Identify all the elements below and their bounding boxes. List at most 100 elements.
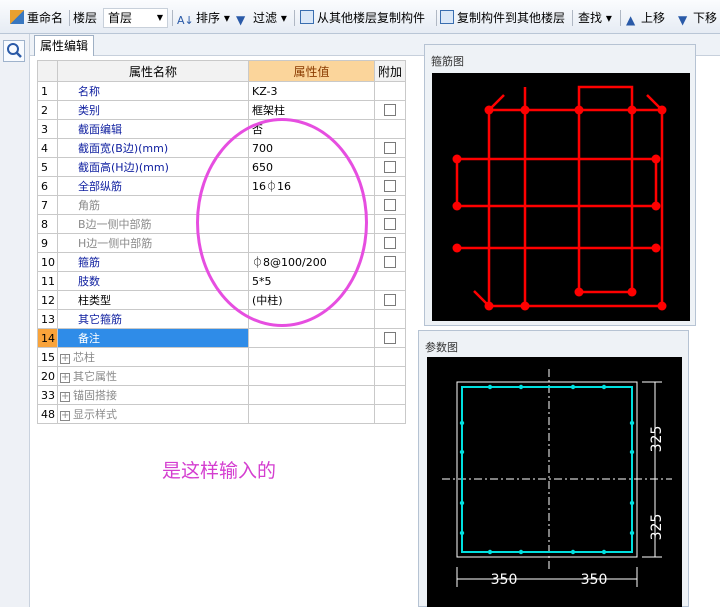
filter-icon: ▼ bbox=[236, 13, 246, 27]
table-row[interactable]: 2 类别 框架柱 bbox=[37, 100, 406, 120]
extra-cell bbox=[374, 81, 406, 101]
table-row[interactable]: 48 + 显示样式 bbox=[37, 404, 406, 424]
param-rebar-dot bbox=[487, 384, 493, 390]
tab-property-edit[interactable]: 属性编辑 bbox=[34, 35, 95, 56]
extra-checkbox[interactable] bbox=[384, 332, 396, 344]
filter-button[interactable]: ▼ 过滤 ▾ bbox=[236, 8, 287, 28]
rebar-dot bbox=[627, 287, 637, 297]
extra-checkbox[interactable] bbox=[384, 180, 396, 192]
extra-checkbox[interactable] bbox=[384, 142, 396, 154]
copy-to-other-floor-button[interactable]: 复制构件到其他楼层 bbox=[440, 8, 565, 28]
dim-label-height-top: 325 bbox=[649, 426, 665, 453]
row-number: 9 bbox=[37, 233, 58, 253]
row-number: 5 bbox=[37, 157, 58, 177]
table-row[interactable]: 14 备注 bbox=[37, 328, 406, 348]
search-button[interactable] bbox=[3, 40, 25, 62]
row-number: 14 bbox=[37, 328, 58, 348]
extra-checkbox[interactable] bbox=[384, 294, 396, 306]
property-value[interactable]: 框架柱 bbox=[248, 100, 375, 120]
extra-cell bbox=[374, 157, 406, 177]
stirrup-diagram-title: 箍筋图 bbox=[431, 55, 464, 68]
property-value[interactable] bbox=[248, 366, 375, 386]
header-corner bbox=[37, 60, 58, 82]
property-value[interactable] bbox=[248, 347, 375, 367]
row-number: 13 bbox=[37, 309, 58, 329]
copy-from-icon bbox=[300, 10, 314, 24]
toolbar-separator bbox=[69, 10, 70, 26]
expand-icon[interactable]: + bbox=[60, 392, 70, 402]
floor-select-value: 首层 bbox=[108, 11, 133, 25]
extra-checkbox[interactable] bbox=[384, 104, 396, 116]
extra-cell bbox=[374, 100, 406, 120]
property-name: 其它箍筋 bbox=[57, 309, 249, 329]
property-name: + 其它属性 bbox=[57, 366, 249, 386]
rebar-dot bbox=[657, 105, 667, 115]
extra-checkbox[interactable] bbox=[384, 199, 396, 211]
row-number: 6 bbox=[37, 176, 58, 196]
dim-label-width-left: 350 bbox=[491, 572, 518, 588]
extra-cell bbox=[374, 176, 406, 196]
table-header-row: 属性名称 属性值 附加 bbox=[37, 60, 406, 82]
table-row[interactable]: 1 名称 KZ-3 bbox=[37, 81, 406, 101]
table-row[interactable]: 20 + 其它属性 bbox=[37, 366, 406, 386]
find-button[interactable]: 查找 ▾ bbox=[578, 8, 612, 28]
extra-checkbox[interactable] bbox=[384, 218, 396, 230]
param-rebar-dot bbox=[629, 500, 635, 506]
highlight-oval bbox=[196, 118, 368, 327]
rename-button[interactable]: 重命名 bbox=[10, 8, 63, 28]
property-value[interactable] bbox=[248, 328, 375, 348]
extra-cell bbox=[374, 347, 406, 367]
rebar-dot bbox=[484, 301, 494, 311]
extra-checkbox[interactable] bbox=[384, 256, 396, 268]
move-up-button[interactable]: ▲ 上移 bbox=[626, 8, 665, 28]
property-name-label: 其它属性 bbox=[73, 370, 117, 383]
property-name-label: 锚固搭接 bbox=[73, 389, 117, 402]
table-row[interactable]: 15 + 芯柱 bbox=[37, 347, 406, 367]
property-name: 备注 bbox=[57, 328, 249, 348]
param-rebar-dot bbox=[629, 449, 635, 455]
table-row[interactable]: 3 截面编辑否 bbox=[37, 119, 406, 139]
copy-from-other-floor-button[interactable]: 从其他楼层复制构件 bbox=[300, 8, 425, 28]
table-row[interactable]: 13 其它箍筋 bbox=[37, 309, 406, 329]
table-row[interactable]: 33 + 锚固搭接 bbox=[37, 385, 406, 405]
inner-stirrup-horizontal bbox=[455, 157, 658, 208]
property-value[interactable] bbox=[248, 404, 375, 424]
param-diagram: 325 325 350 350 bbox=[442, 369, 672, 588]
param-rebar-dot bbox=[629, 530, 635, 536]
annotation-text: 是这样输入的 bbox=[162, 460, 277, 482]
expand-icon[interactable]: + bbox=[60, 354, 70, 364]
expand-icon[interactable]: + bbox=[60, 411, 70, 421]
property-name: + 锚固搭接 bbox=[57, 385, 249, 405]
inner-stirrup-vertical bbox=[577, 85, 634, 294]
toolbar-separator bbox=[436, 10, 437, 26]
param-rebar-dot bbox=[570, 549, 576, 555]
param-rebar-dot bbox=[570, 384, 576, 390]
property-name: + 显示样式 bbox=[57, 404, 249, 424]
extra-cell bbox=[374, 214, 406, 234]
extra-checkbox[interactable] bbox=[384, 161, 396, 173]
floor-select[interactable]: 首层 ▼ bbox=[103, 8, 168, 28]
param-rebar-dot bbox=[518, 384, 524, 390]
sort-button[interactable]: A↓ 排序 ▾ bbox=[177, 8, 230, 28]
arrow-down-icon: ▼ bbox=[678, 13, 688, 27]
rebar-dot bbox=[651, 243, 661, 253]
param-rebar-dot bbox=[518, 549, 524, 555]
chevron-down-icon: ▼ bbox=[156, 13, 163, 22]
row-number: 2 bbox=[37, 100, 58, 120]
param-diagram-canvas: 325 325 350 350 bbox=[427, 357, 682, 607]
expand-icon[interactable]: + bbox=[60, 373, 70, 383]
extra-checkbox[interactable] bbox=[384, 237, 396, 249]
extra-cell bbox=[374, 119, 406, 139]
copy-to-icon bbox=[440, 10, 454, 24]
row-number: 20 bbox=[37, 366, 58, 386]
rebar-dot bbox=[452, 201, 462, 211]
row-number: 7 bbox=[37, 195, 58, 215]
rebar-dot bbox=[574, 105, 584, 115]
property-value[interactable] bbox=[248, 385, 375, 405]
arrow-up-icon: ▲ bbox=[626, 13, 636, 27]
param-rebar-dot bbox=[629, 420, 635, 426]
stirrup-hook bbox=[473, 94, 663, 307]
move-down-button[interactable]: ▼ 下移 bbox=[678, 8, 717, 28]
dim-label-width-right: 350 bbox=[581, 572, 608, 588]
property-value[interactable]: KZ-3 bbox=[248, 81, 375, 101]
